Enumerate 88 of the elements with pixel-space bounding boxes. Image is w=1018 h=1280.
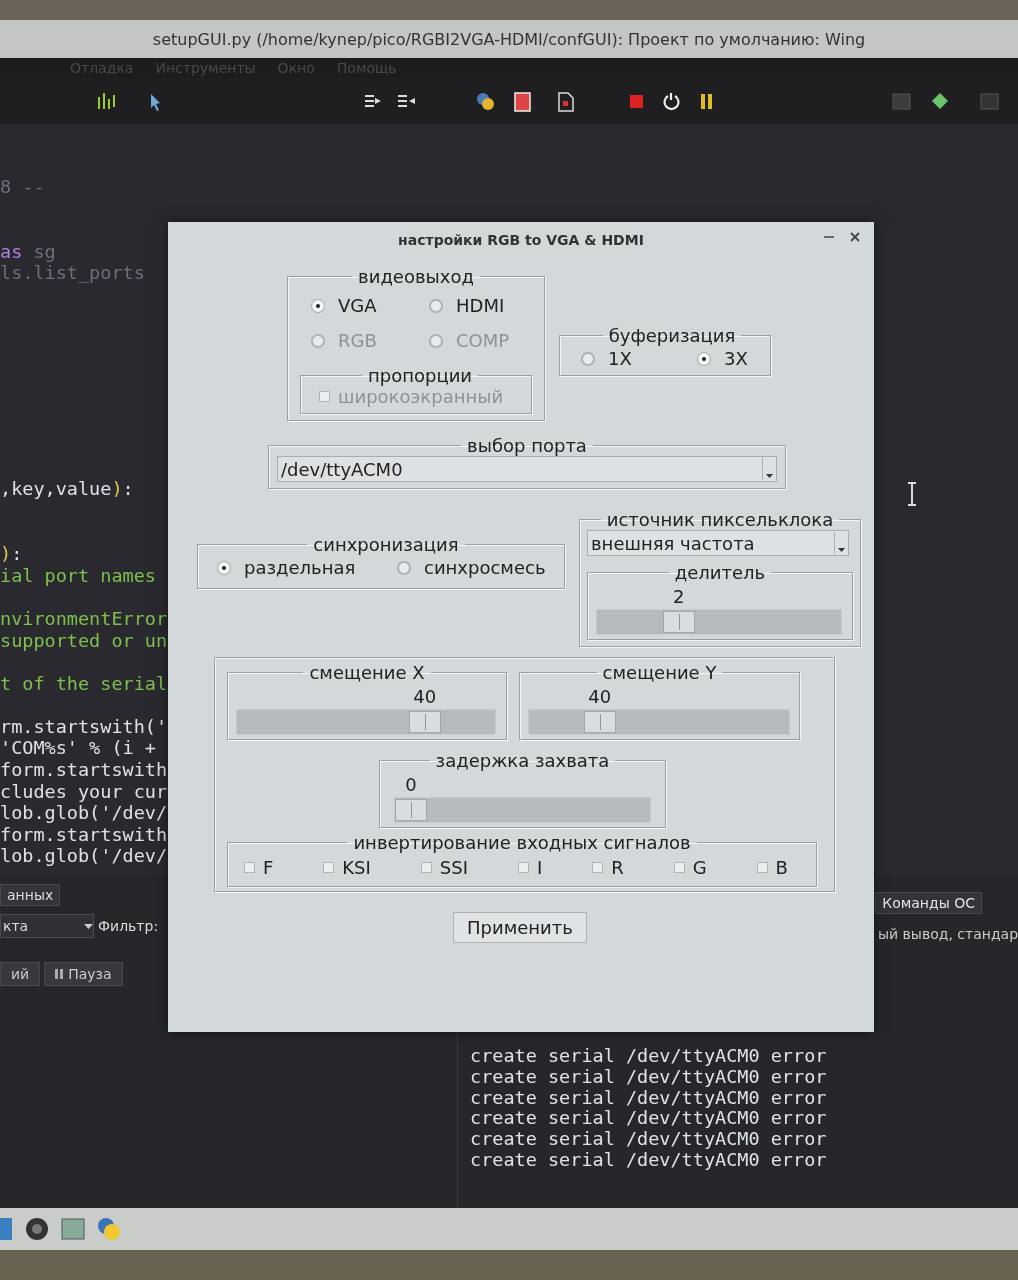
console-line: create serial /dev/ttyACM0 error <box>470 1066 828 1088</box>
dropdown[interactable]: внешняя частота <box>587 530 849 556</box>
group-title: пропорции <box>366 365 474 386</box>
dropdown[interactable]: кта <box>0 914 94 938</box>
panel-button[interactable]: ий <box>0 962 41 986</box>
radio-option[interactable]: раздельная <box>218 557 398 578</box>
code-line: t of the serial <box>0 672 169 695</box>
taskbar-icon[interactable] <box>24 1216 50 1242</box>
radio-option[interactable]: 1X <box>582 348 698 369</box>
slider-value: 40 <box>413 686 437 707</box>
slider-thumb[interactable] <box>662 611 695 633</box>
slider-value: 2 <box>673 586 685 607</box>
slider-value: 0 <box>405 774 417 795</box>
console-line: create serial /dev/ttyACM0 error <box>470 1046 828 1067</box>
bar-chart-icon[interactable] <box>96 90 117 112</box>
console-line: create serial /dev/ttyACM0 error <box>470 1087 828 1109</box>
slider-track[interactable] <box>528 709 790 735</box>
code-line: cludes your cur <box>0 780 169 803</box>
console-line: create serial /dev/ttyACM0 error <box>470 1129 828 1150</box>
code-line: 8 -- <box>0 176 46 198</box>
group-title: источник пиксельклока <box>605 509 835 530</box>
slider-track[interactable] <box>394 797 651 823</box>
window-title: setupGUI.py (/home/kynep/pico/RGBI2VGA-HDMI/confGUI): Проект по умолчанию: Wing <box>152 29 866 49</box>
restart-icon[interactable] <box>661 90 682 112</box>
code-line: lob.glob('/dev/ <box>0 802 169 824</box>
window-icon[interactable] <box>891 90 912 112</box>
code-line: nvironmentError <box>0 607 169 630</box>
radio-option[interactable]: 3X <box>698 348 768 369</box>
radio-option[interactable]: синхросмесь <box>398 557 548 578</box>
diamond-icon[interactable] <box>930 90 951 112</box>
filter-label: Фильтр: <box>98 918 159 934</box>
code-line: rm.startswith(' <box>0 715 169 738</box>
panel-tab[interactable]: анных <box>0 884 61 906</box>
group-title: видеовыход <box>357 266 475 287</box>
code-line: form.startswith <box>0 823 169 846</box>
window-icon[interactable] <box>979 90 1000 112</box>
checkbox[interactable]: F <box>244 857 274 878</box>
panel-button[interactable]: Пауза <box>44 962 123 986</box>
checkbox[interactable]: SSI <box>420 857 468 878</box>
slider-thumb[interactable] <box>583 711 616 733</box>
group-title: делитель <box>673 562 767 583</box>
pause-icon <box>55 969 64 979</box>
text-cursor-icon <box>906 482 918 506</box>
caret-icon <box>84 923 93 929</box>
group-title: буферизация <box>607 325 737 346</box>
dropdown[interactable]: /dev/ttyACM0 <box>277 456 777 482</box>
document-icon[interactable] <box>512 90 533 112</box>
slider-value: 40 <box>588 686 612 707</box>
checkbox[interactable]: G <box>673 857 707 878</box>
document-icon[interactable] <box>555 90 576 112</box>
slider-track[interactable] <box>236 709 496 735</box>
code-line: 'COM%s' % (i + <box>0 737 157 760</box>
slider-track[interactable] <box>596 609 842 635</box>
checkbox[interactable]: I <box>517 857 543 878</box>
code-line: as sg <box>0 240 57 263</box>
group-title: выбор порта <box>466 435 588 456</box>
console-line: create serial /dev/ttyACM0 error <box>470 1150 828 1171</box>
code-line: ): <box>0 543 24 565</box>
group-title: смещение Y <box>601 662 718 683</box>
radio-indicator[interactable] <box>430 299 442 312</box>
group-title: смещение X <box>308 662 426 683</box>
group-title: инвертирование входных сигналов <box>352 832 692 853</box>
caret-icon <box>838 548 845 552</box>
close-icon[interactable] <box>850 232 860 242</box>
radio-indicator[interactable] <box>582 352 594 365</box>
slider-thumb[interactable] <box>395 799 427 821</box>
python-icon[interactable] <box>475 90 496 112</box>
checkbox[interactable]: B <box>756 857 788 878</box>
radio-option[interactable]: HDMI <box>430 295 548 316</box>
radio-option[interactable]: VGA <box>312 295 430 316</box>
code-line: form.startswith <box>0 759 169 781</box>
dialog-title: настройки RGB to VGA & HDMI <box>398 232 644 248</box>
group-title: синхронизация <box>312 534 460 555</box>
checkbox[interactable]: KSI <box>323 857 371 878</box>
output-header: ый вывод, стандар <box>878 925 1018 942</box>
code-line: ial port names <box>0 564 157 587</box>
caret-icon <box>766 474 773 478</box>
console-line: create serial /dev/ttyACM0 error <box>470 1108 828 1130</box>
radio-indicator[interactable] <box>398 561 410 574</box>
code-line: ls.list_ports <box>0 262 146 284</box>
code-line: lob.glob('/dev/ <box>0 845 169 868</box>
code-line: supported or un <box>0 629 169 652</box>
code-line: ,key,value): <box>0 478 135 500</box>
apply-button[interactable]: Применить <box>453 912 587 943</box>
checkbox[interactable]: R <box>592 857 624 878</box>
group-title: задержка захвата <box>434 750 611 771</box>
panel-tab[interactable]: Команды ОС <box>875 892 982 914</box>
slider-thumb[interactable] <box>408 711 441 733</box>
